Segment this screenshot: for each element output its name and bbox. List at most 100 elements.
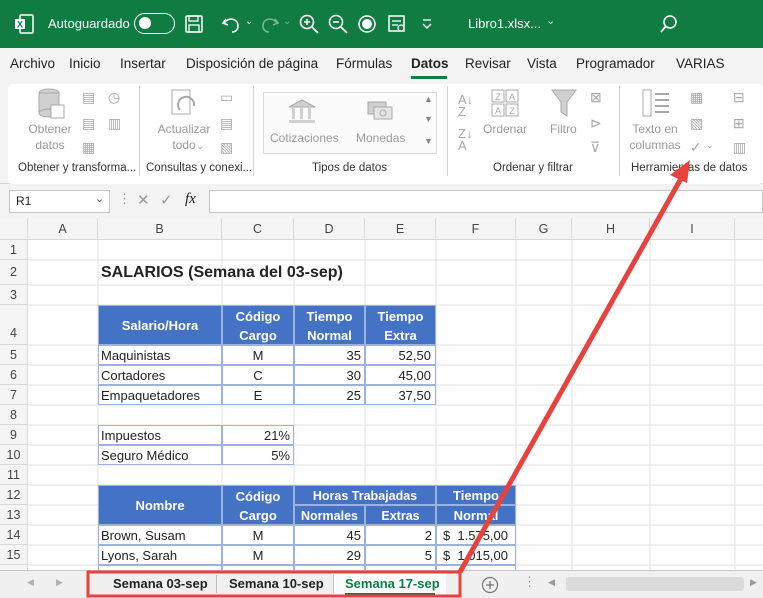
- obtener-datos-button[interactable]: Obtener datos: [26, 121, 74, 153]
- t1-header-extra[interactable]: Tiempo Extra: [365, 305, 436, 345]
- form-icon[interactable]: [387, 14, 407, 34]
- sort-az-icon[interactable]: A↓ Z: [458, 93, 473, 118]
- cancel-icon[interactable]: ✕: [137, 191, 150, 209]
- t2-cell-code[interactable]: M: [222, 545, 294, 565]
- advanced-filter-icon[interactable]: ⊽: [590, 140, 600, 154]
- t1-cell-normal[interactable]: 35: [294, 345, 365, 365]
- queries-icon[interactable]: ▭: [220, 90, 233, 104]
- name-box-dropdown-icon[interactable]: ⌄: [95, 192, 104, 205]
- tab-varias[interactable]: VARIAS: [676, 56, 725, 71]
- t1-header-codigo[interactable]: Código Cargo: [222, 305, 294, 345]
- from-table-icon[interactable]: ▦: [82, 140, 95, 154]
- edit-links-icon[interactable]: ▧: [220, 140, 233, 154]
- t2-cell-name[interactable]: Lyons, Sarah: [98, 545, 222, 565]
- t1-cell-code[interactable]: C: [222, 365, 294, 385]
- row-header[interactable]: 2: [0, 260, 28, 285]
- tab-vista[interactable]: Vista: [527, 56, 557, 71]
- t1-cell-name[interactable]: Maquinistas: [98, 345, 222, 365]
- file-dropdown-icon[interactable]: ⌄: [546, 14, 555, 27]
- actualizar-todo-button[interactable]: Actualizar todo: [154, 121, 214, 153]
- filtro-button[interactable]: Filtro: [550, 121, 577, 137]
- ordenar-button[interactable]: Ordenar: [483, 121, 527, 137]
- row-header[interactable]: 14: [0, 525, 28, 545]
- row-header[interactable]: 11: [0, 465, 28, 485]
- row-header[interactable]: 1: [0, 240, 28, 260]
- remove-duplicates-icon[interactable]: ▧: [690, 116, 703, 130]
- sheet-tab-03-sep[interactable]: Semana 03-sep: [113, 576, 208, 591]
- t2-header-normales[interactable]: Normales: [294, 505, 365, 525]
- t2-cell-extras[interactable]: 5: [365, 545, 436, 565]
- row-header[interactable]: 13: [0, 505, 28, 525]
- t2-cell-amount[interactable]: $ 1.015,00: [436, 545, 516, 565]
- tab-disposicion[interactable]: Disposición de página: [186, 56, 318, 71]
- seguro-label[interactable]: Seguro Médico: [98, 445, 222, 465]
- tab-insertar[interactable]: Insertar: [120, 56, 166, 71]
- gallery-up-icon[interactable]: ▲: [424, 94, 433, 104]
- stocks-icon[interactable]: [287, 98, 317, 124]
- reapply-icon[interactable]: ⊳: [590, 116, 602, 130]
- consolidate-icon[interactable]: ⊟: [733, 90, 745, 104]
- clear-filter-icon[interactable]: ⊠: [590, 90, 602, 104]
- t1-cell-extra[interactable]: 37,50: [365, 385, 436, 405]
- tab-datos[interactable]: Datos: [411, 56, 449, 71]
- row-header[interactable]: 8: [0, 405, 28, 425]
- gallery-down-icon[interactable]: ▼: [424, 114, 433, 124]
- t2-cell-code[interactable]: M: [222, 525, 294, 545]
- relationships-icon[interactable]: ⊞: [733, 116, 745, 130]
- recent-sources-icon[interactable]: ◷: [108, 90, 120, 104]
- t1-cell-extra[interactable]: 52,50: [365, 345, 436, 365]
- file-name[interactable]: Libro1.xlsx...: [468, 16, 541, 31]
- impuestos-label[interactable]: Impuestos: [98, 425, 222, 445]
- data-model-icon[interactable]: ▥: [733, 140, 746, 154]
- next-sheet-icon[interactable]: ▶: [56, 577, 63, 588]
- row-header[interactable]: 10: [0, 445, 28, 465]
- zoom-out-icon[interactable]: [327, 13, 349, 35]
- t2-cell-normales[interactable]: 29: [294, 545, 365, 565]
- t2-cell-name[interactable]: Brown, Susam: [98, 525, 222, 545]
- redo-icon[interactable]: [259, 13, 281, 35]
- currencies-icon[interactable]: [366, 98, 396, 124]
- circle-icon[interactable]: [357, 14, 377, 34]
- scroll-left-icon[interactable]: ◀: [548, 577, 555, 588]
- t1-cell-code[interactable]: E: [222, 385, 294, 405]
- worksheet-grid[interactable]: A B C D E F G H I 1 2 3 4 5 6 7 8 9 10 1…: [0, 218, 763, 570]
- monedas-button[interactable]: Monedas: [356, 130, 405, 146]
- row-header[interactable]: 12: [0, 485, 28, 505]
- enter-icon[interactable]: ✓: [160, 191, 173, 209]
- refresh-all-icon[interactable]: [168, 88, 200, 120]
- zoom-in-icon[interactable]: [298, 13, 320, 35]
- sort-icon[interactable]: Z A A Z: [490, 88, 520, 118]
- existing-connections-icon[interactable]: ▥: [108, 116, 121, 130]
- row-header[interactable]: 5: [0, 345, 28, 365]
- t1-header-salario[interactable]: Salario/Hora: [98, 305, 222, 345]
- row-header[interactable]: 3: [0, 285, 28, 305]
- tab-archivo[interactable]: Archivo: [10, 56, 55, 71]
- tab-inicio[interactable]: Inicio: [69, 56, 101, 71]
- sheet-title[interactable]: SALARIOS (Semana del 03-sep): [101, 262, 343, 284]
- texto-en-columnas-button[interactable]: Texto en columnas: [626, 121, 684, 153]
- tab-formulas[interactable]: Fórmulas: [336, 56, 392, 71]
- t1-cell-normal[interactable]: 25: [294, 385, 365, 405]
- t2-header-nombre[interactable]: Nombre: [98, 485, 222, 525]
- t1-cell-extra[interactable]: 45,00: [365, 365, 436, 385]
- cotizaciones-button[interactable]: Cotizaciones: [270, 130, 339, 146]
- seguro-value[interactable]: 5%: [222, 445, 294, 465]
- row-header[interactable]: 7: [0, 385, 28, 405]
- t2-header-normal[interactable]: Normal: [436, 505, 516, 525]
- tab-revisar[interactable]: Revisar: [465, 56, 511, 71]
- t1-cell-code[interactable]: M: [222, 345, 294, 365]
- row-header[interactable]: 15: [0, 545, 28, 565]
- row-header[interactable]: 9: [0, 425, 28, 445]
- t1-cell-name[interactable]: Empaquetadores: [98, 385, 222, 405]
- impuestos-value[interactable]: 21%: [222, 425, 294, 445]
- database-icon[interactable]: [36, 87, 66, 121]
- sheet-tab-10-sep[interactable]: Semana 10-sep: [229, 576, 324, 591]
- horizontal-scrollbar[interactable]: [566, 577, 744, 591]
- text-to-columns-icon[interactable]: [641, 88, 671, 118]
- from-text-icon[interactable]: ▤: [82, 90, 95, 104]
- formula-input[interactable]: [209, 190, 763, 213]
- row-header[interactable]: 4: [0, 305, 28, 345]
- scroll-right-icon[interactable]: ▶: [750, 577, 757, 588]
- from-web-icon[interactable]: ▤: [82, 116, 95, 130]
- t2-cell-amount[interactable]: $ 1.575,00: [436, 525, 516, 545]
